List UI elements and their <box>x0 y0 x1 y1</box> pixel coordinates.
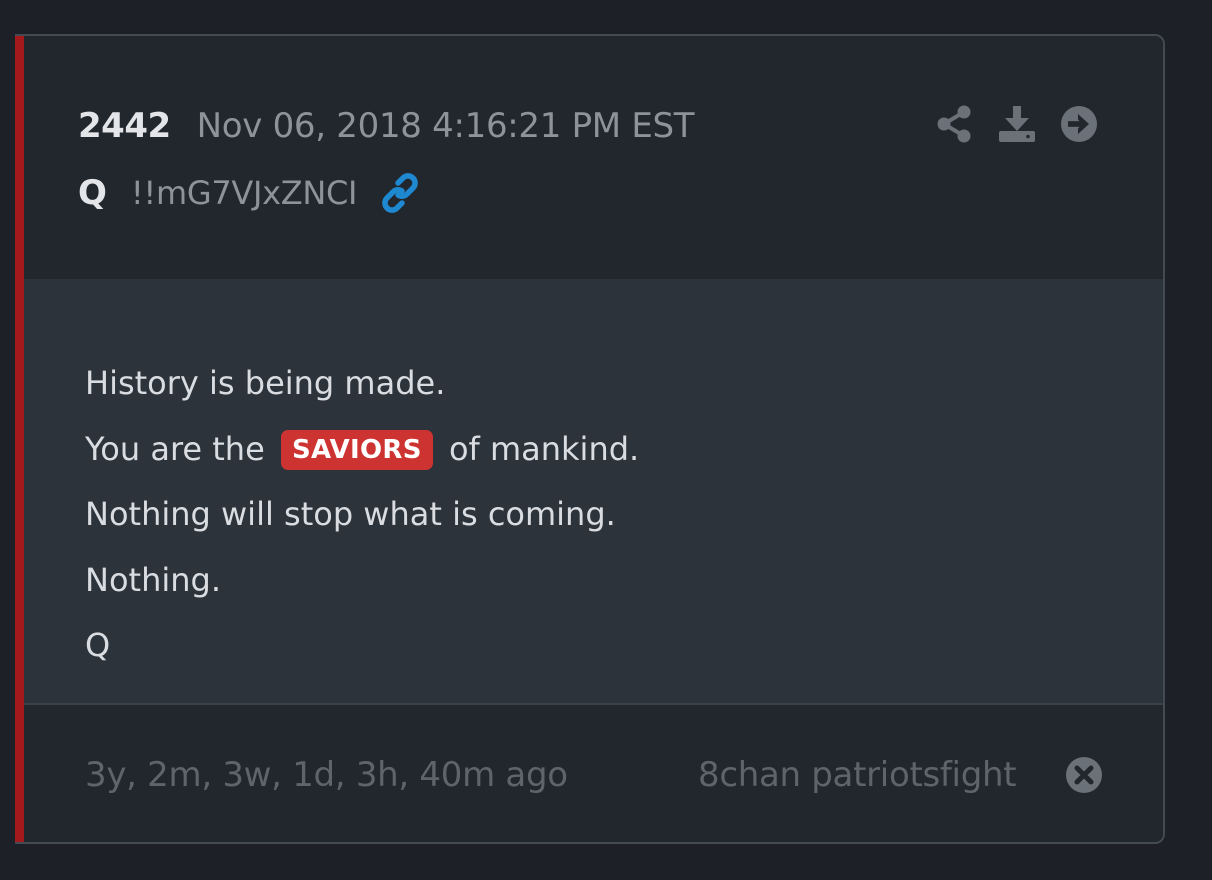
author-name: Q <box>78 173 107 213</box>
arrow-right-circle-icon[interactable] <box>1059 104 1099 144</box>
post-line-3: Nothing will stop what is coming. <box>85 495 616 533</box>
time-ago: 3y, 2m, 3w, 1d, 3h, 40m ago <box>85 755 568 795</box>
download-icon[interactable] <box>997 104 1037 144</box>
post-text: History is being made. You are the SAVIO… <box>85 351 639 679</box>
highlight-badge: SAVIORS <box>280 429 433 470</box>
post-body: History is being made. You are the SAVIO… <box>24 279 1163 705</box>
post-line-2: You are the SAVIORS of mankind. <box>85 417 639 483</box>
post-meta-line: 2442 Nov 06, 2018 4:16:21 PM EST <box>78 106 695 146</box>
post-card: 2442 Nov 06, 2018 4:16:21 PM EST Q !!mG7… <box>15 34 1165 844</box>
post-source: 8chan patriotsfight <box>698 755 1017 795</box>
post-line-4: Nothing. <box>85 560 221 599</box>
post-line-2-after: of mankind. <box>448 429 640 468</box>
accent-bar <box>15 36 24 842</box>
post-signature: Q <box>85 626 111 664</box>
close-circle-icon[interactable] <box>1064 755 1104 795</box>
post-line-2-before: You are the <box>85 429 265 468</box>
post-line-1: History is being made. <box>85 364 446 402</box>
link-icon[interactable] <box>379 172 421 214</box>
post-header: 2442 Nov 06, 2018 4:16:21 PM EST Q !!mG7… <box>24 36 1163 281</box>
author-line: Q !!mG7VJxZNCI <box>78 172 421 214</box>
post-date: Nov 06, 2018 4:16:21 PM EST <box>196 106 695 146</box>
tripcode: !!mG7VJxZNCI <box>130 174 358 212</box>
share-icon[interactable] <box>935 104 975 144</box>
post-footer: 3y, 2m, 3w, 1d, 3h, 40m ago 8chan patrio… <box>24 705 1163 842</box>
post-actions <box>935 104 1099 144</box>
post-number: 2442 <box>78 106 171 146</box>
